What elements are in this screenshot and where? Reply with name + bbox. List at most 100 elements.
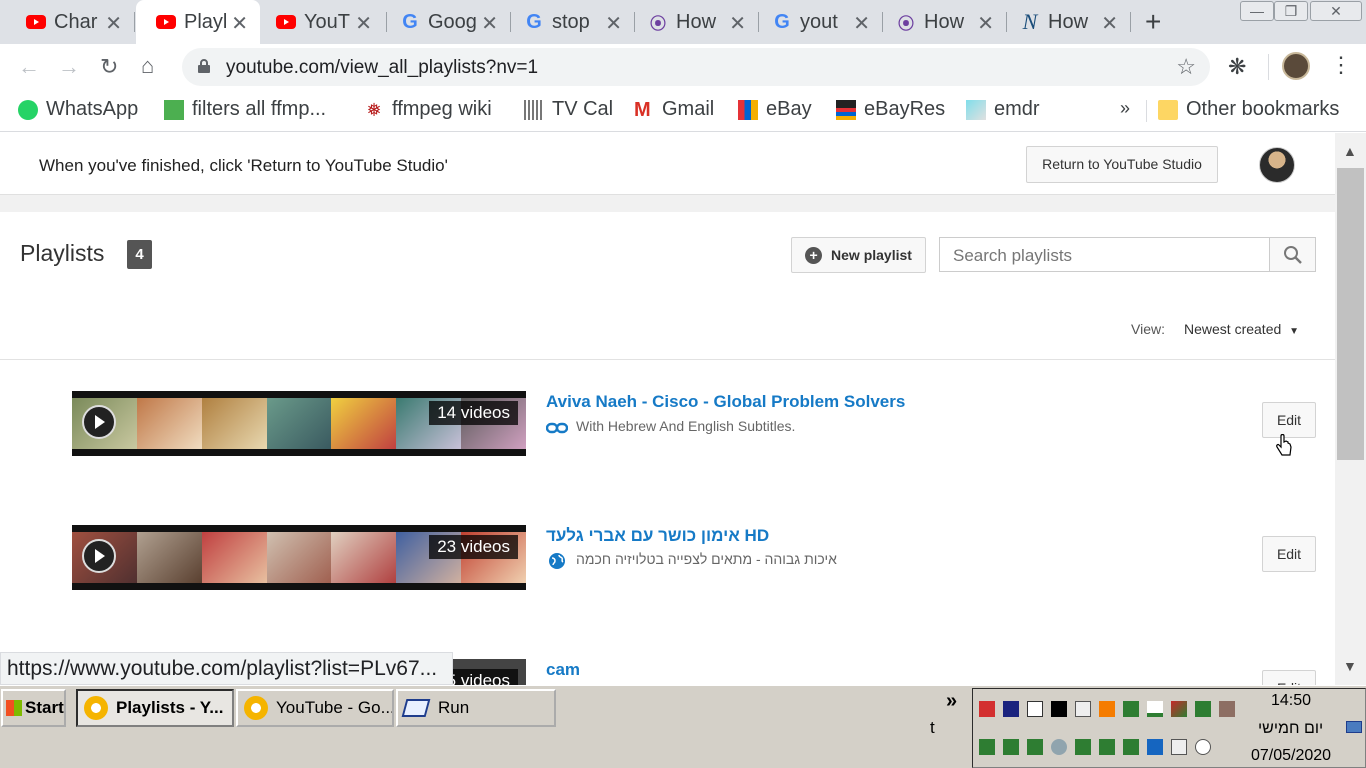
scroll-down-icon[interactable]: ▼	[1343, 658, 1357, 674]
play-icon	[82, 405, 116, 439]
bookmark-whatsapp[interactable]: WhatsApp	[18, 98, 138, 121]
scroll-up-icon[interactable]: ▲	[1343, 143, 1357, 159]
tab-close-icon[interactable]: ✕	[1101, 11, 1118, 36]
tray-app-icon[interactable]	[1171, 701, 1187, 717]
tray-app-icon[interactable]	[1123, 739, 1139, 755]
tray-app-icon[interactable]	[1123, 701, 1139, 717]
chrome-icon	[84, 696, 108, 720]
bookmark-ffmpeg-wiki[interactable]: ❅ ffmpeg wiki	[364, 98, 491, 121]
tray-app-icon[interactable]	[1099, 701, 1115, 717]
reload-icon[interactable]: ↻	[100, 54, 118, 80]
taskbar-button-youtube[interactable]: YouTube - Go...	[236, 689, 394, 727]
minimize-icon[interactable]: —	[1240, 1, 1274, 21]
address-bar[interactable]: youtube.com/view_all_playlists?nv=1 ☆	[182, 48, 1210, 86]
tray-app-icon[interactable]	[1147, 701, 1163, 717]
tray-app-icon[interactable]	[979, 739, 995, 755]
search-input[interactable]: Search playlists	[953, 246, 1072, 266]
tab-8[interactable]: N How ✕	[1008, 0, 1130, 44]
forward-icon[interactable]: →	[58, 54, 80, 80]
divider	[0, 359, 1335, 360]
tab-separator	[134, 12, 135, 32]
google-icon: G	[402, 10, 418, 33]
other-bookmarks[interactable]: Other bookmarks	[1158, 98, 1339, 121]
tray-app-icon[interactable]	[1051, 739, 1067, 755]
bookmark-filters[interactable]: filters all ffmp...	[164, 98, 326, 121]
tray-app-icon[interactable]	[1027, 739, 1043, 755]
tab-close-icon[interactable]: ✕	[355, 11, 372, 36]
start-button[interactable]: Start	[1, 689, 66, 727]
new-playlist-button[interactable]: + New playlist	[791, 237, 926, 273]
edit-button[interactable]: Edit	[1262, 402, 1316, 438]
taskbar-button-playlists[interactable]: Playlists - Y...	[76, 689, 234, 727]
back-icon[interactable]: ←	[18, 54, 40, 80]
tab-3[interactable]: G Goog ✕	[388, 0, 510, 44]
tab-title: YouT	[304, 10, 350, 33]
tab-close-icon[interactable]: ✕	[605, 11, 622, 36]
scrollbar-thumb[interactable]	[1337, 168, 1364, 460]
menu-icon[interactable]: ⋮	[1330, 52, 1352, 78]
vertical-scrollbar[interactable]: ▲ ▼	[1335, 133, 1366, 685]
view-sort-dropdown[interactable]: Newest created ▼	[1184, 321, 1299, 337]
link-icon	[546, 422, 568, 434]
show-desktop-icon[interactable]	[1346, 721, 1362, 733]
bookmark-gmail[interactable]: M Gmail	[634, 98, 714, 121]
tray-app-icon[interactable]	[979, 701, 995, 717]
profile-avatar[interactable]	[1282, 52, 1310, 80]
playlist-title[interactable]: cam	[546, 660, 580, 680]
tab-0[interactable]: Char ✕	[0, 0, 134, 44]
bookmarks-overflow-button[interactable]: »	[1120, 98, 1130, 119]
tab-close-icon[interactable]: ✕	[729, 11, 746, 36]
tab-close-icon[interactable]: ✕	[105, 11, 122, 36]
close-window-icon[interactable]: ✕	[1310, 1, 1362, 21]
edit-button[interactable]: Edit	[1262, 536, 1316, 572]
tab-close-icon[interactable]: ✕	[977, 11, 994, 36]
tab-4[interactable]: G stop ✕	[512, 0, 634, 44]
bookmark-tv-cal[interactable]: TV Cal	[524, 98, 613, 121]
tab-7[interactable]: ⦿ How ✕	[884, 0, 1006, 44]
banner-message: When you've finished, click 'Return to Y…	[39, 156, 448, 175]
edit-button[interactable]: Edit	[1262, 670, 1316, 685]
header-divider-band	[0, 195, 1335, 212]
search-button[interactable]	[1269, 238, 1315, 271]
tray-app-icon[interactable]	[1147, 739, 1163, 755]
taskbar: Start Playlists - Y... YouTube - Go... R…	[0, 685, 1366, 768]
tab-1[interactable]: Playl ✕	[136, 0, 260, 44]
tray-app-icon[interactable]	[1219, 701, 1235, 717]
tray-app-icon[interactable]	[1003, 701, 1019, 717]
playlist-thumbnail[interactable]: 23 videos	[72, 525, 526, 590]
return-to-studio-button[interactable]: Return to YouTube Studio	[1026, 146, 1218, 183]
bookmark-ebayres[interactable]: eBayRes	[836, 98, 945, 121]
tray-app-icon[interactable]	[1027, 701, 1043, 717]
volume-muted-icon[interactable]	[1195, 739, 1211, 755]
playlist-title[interactable]: Aviva Naeh - Cisco - Global Problem Solv…	[546, 392, 905, 412]
bookmark-star-icon[interactable]: ☆	[1176, 54, 1196, 80]
tab-5[interactable]: ⦿ How ✕	[636, 0, 758, 44]
tray-overflow-button[interactable]: »	[946, 690, 957, 713]
avatar[interactable]	[1259, 147, 1295, 183]
playlist-title[interactable]: אימון כושר עם אברי גלעד HD	[546, 526, 769, 546]
tray-app-icon[interactable]	[1003, 739, 1019, 755]
tray-app-icon[interactable]	[1099, 739, 1115, 755]
tray-app-icon[interactable]	[1075, 701, 1091, 717]
taskbar-button-run[interactable]: Run	[396, 689, 556, 727]
bookmark-ebay[interactable]: eBay	[738, 98, 812, 121]
tab-close-icon[interactable]: ✕	[231, 11, 248, 36]
tray-app-icon[interactable]	[1195, 701, 1211, 717]
tab-close-icon[interactable]: ✕	[481, 11, 498, 36]
tab-2[interactable]: YouT ✕	[262, 0, 384, 44]
new-tab-button[interactable]: +	[1145, 6, 1161, 38]
tray-app-icon[interactable]	[1051, 701, 1067, 717]
tab-close-icon[interactable]: ✕	[853, 11, 870, 36]
page-content: When you've finished, click 'Return to Y…	[0, 133, 1335, 685]
system-tray: 14:50 יום חמישי 07/05/2020	[972, 688, 1366, 768]
tray-app-icon[interactable]	[1171, 739, 1187, 755]
tab-6[interactable]: G yout ✕	[760, 0, 882, 44]
playlist-thumbnail[interactable]: 14 videos	[72, 391, 526, 456]
extension-icon[interactable]: ❋	[1228, 54, 1246, 80]
tray-app-icon[interactable]	[1075, 739, 1091, 755]
bookmark-emdr[interactable]: emdr	[966, 98, 1040, 121]
home-icon[interactable]: ⌂	[141, 53, 154, 79]
restore-icon[interactable]: ❐	[1274, 1, 1308, 21]
search-playlists-field[interactable]: Search playlists	[939, 237, 1316, 272]
tab-separator	[882, 12, 883, 32]
